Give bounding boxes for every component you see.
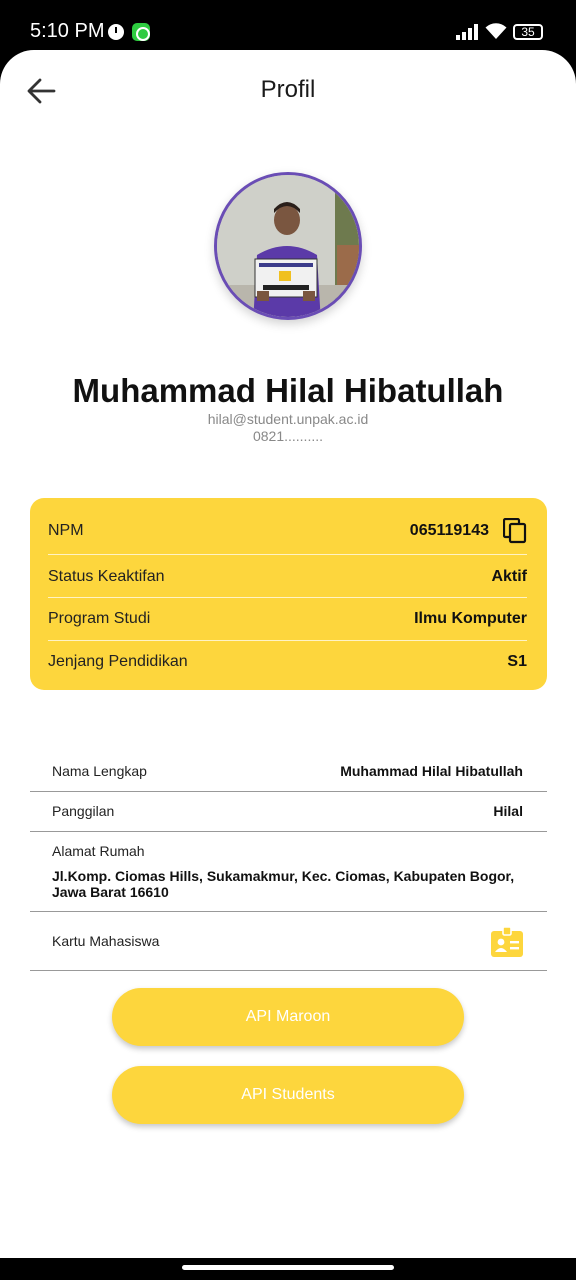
battery-icon: 35 <box>513 24 543 40</box>
status-row: Status Keaktifan Aktif <box>48 562 527 592</box>
api-maroon-button[interactable]: API Maroon <box>112 988 464 1046</box>
list-divider <box>30 911 547 912</box>
api-students-button[interactable]: API Students <box>112 1066 464 1124</box>
list-divider <box>30 970 547 971</box>
list-divider <box>30 791 547 792</box>
signal-icon <box>456 24 478 40</box>
user-email: hilal@student.unpak.ac.id <box>207 411 369 427</box>
program-row: Program Studi Ilmu Komputer <box>48 604 527 634</box>
wifi-icon <box>485 23 507 39</box>
status-value: Aktif <box>491 568 527 585</box>
avatar-photo <box>217 175 359 317</box>
student-card-row[interactable]: Kartu Mahasiswa <box>30 933 547 953</box>
status-time: 5:10 PM <box>30 20 105 42</box>
level-value: S1 <box>507 653 527 670</box>
navigation-bar <box>0 1258 576 1280</box>
full-name-label: Nama Lengkap <box>52 763 147 779</box>
card-divider <box>48 597 527 598</box>
alarm-clock-icon <box>108 24 124 40</box>
academic-card: NPM 065119143 Status Keaktifan Aktif Pro… <box>30 498 547 690</box>
avatar <box>214 172 362 320</box>
whatsapp-icon <box>132 23 150 41</box>
npm-label: NPM <box>48 522 84 539</box>
page-title: Profil <box>260 76 316 103</box>
nickname-label: Panggilan <box>52 803 115 819</box>
full-name-value: Muhammad Hilal Hibatullah <box>340 763 523 779</box>
npm-row: NPM 065119143 <box>48 514 527 548</box>
copy-icon[interactable] <box>503 518 527 544</box>
level-row: Jenjang Pendidikan S1 <box>48 647 527 677</box>
card-divider <box>48 554 527 555</box>
card-divider <box>48 640 527 641</box>
address-value: Jl.Komp. Ciomas Hills, Sukamakmur, Kec. … <box>52 868 515 900</box>
address-row: Alamat Rumah <box>30 843 547 863</box>
level-label: Jenjang Pendidikan <box>48 653 188 670</box>
nickname-row: Panggilan Hilal <box>30 803 547 823</box>
user-name: Muhammad Hilal Hibatullah <box>72 372 504 409</box>
status-label: Status Keaktifan <box>48 568 165 585</box>
id-card-icon[interactable] <box>491 927 523 957</box>
program-label: Program Studi <box>48 610 151 627</box>
home-gesture-handle[interactable] <box>182 1265 394 1270</box>
nickname-value: Hilal <box>493 803 523 819</box>
program-value: Ilmu Komputer <box>414 610 527 627</box>
full-name-row: Nama Lengkap Muhammad Hilal Hibatullah <box>30 763 547 783</box>
address-label: Alamat Rumah <box>52 843 145 859</box>
npm-value: 065119143 <box>409 522 489 539</box>
student-card-label: Kartu Mahasiswa <box>52 933 160 949</box>
list-divider <box>30 831 547 832</box>
user-phone: 0821.......... <box>252 428 324 444</box>
